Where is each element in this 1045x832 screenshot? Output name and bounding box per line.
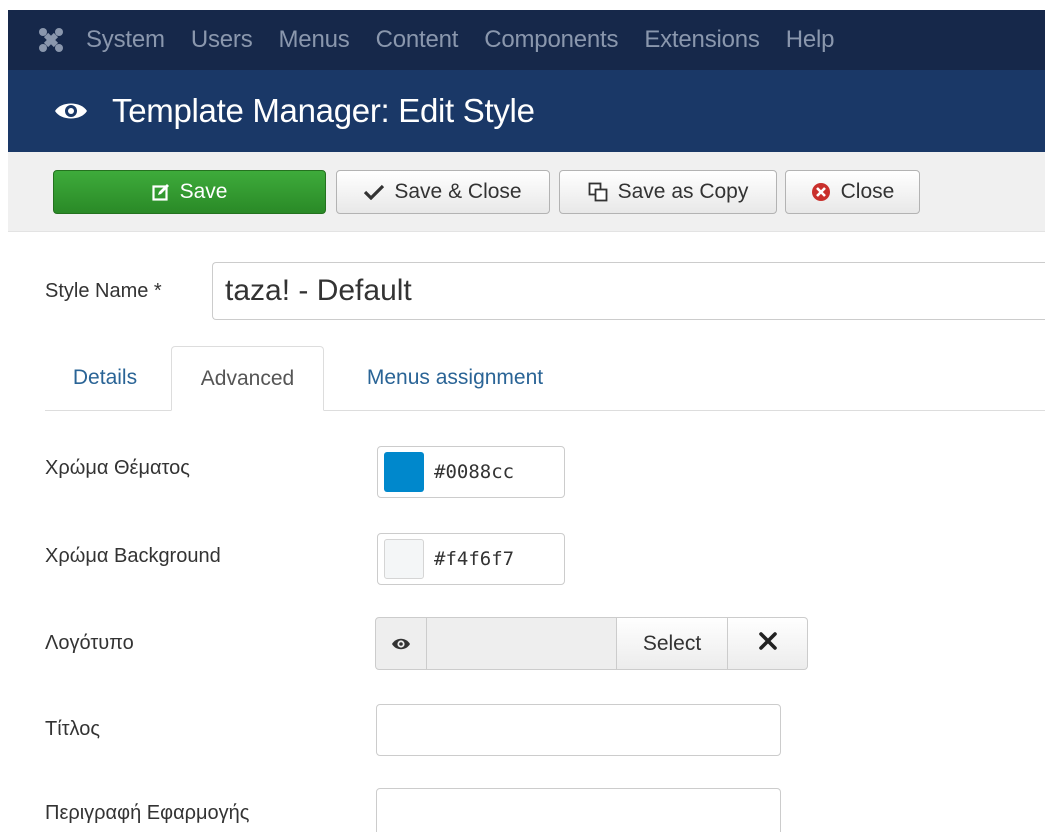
toolbar: Save Save & Close Save as Copy Close xyxy=(8,152,1045,232)
logo-media-field: Select xyxy=(375,617,808,670)
close-label: Close xyxy=(840,180,895,203)
close-icon xyxy=(758,632,777,655)
check-icon xyxy=(364,184,385,200)
top-navigation: System Users Menus Content Components Ex… xyxy=(8,10,1045,70)
app-description-input[interactable] xyxy=(376,788,781,832)
style-name-value: taza! - Default xyxy=(225,274,412,307)
page-title: Template Manager: Edit Style xyxy=(112,92,535,129)
cancel-circle-icon xyxy=(811,182,831,202)
preview-eye-icon[interactable] xyxy=(375,617,427,670)
style-name-input[interactable]: taza! - Default xyxy=(212,262,1045,320)
nav-help[interactable]: Help xyxy=(786,26,835,54)
title-label: Τίτλος xyxy=(45,718,101,740)
save-and-close-label: Save & Close xyxy=(394,180,522,203)
save-and-close-button[interactable]: Save & Close xyxy=(336,170,550,214)
theme-color-picker[interactable]: #0088cc xyxy=(377,446,565,498)
logo-label: Λογότυπο xyxy=(45,632,134,654)
save-label: Save xyxy=(179,180,228,203)
logo-path-input[interactable] xyxy=(427,617,616,670)
app-description-label: Περιγραφή Εφαρμογής xyxy=(45,802,250,824)
nav-system[interactable]: System xyxy=(86,26,165,54)
theme-color-value: #0088cc xyxy=(434,461,515,483)
logo-clear-button[interactable] xyxy=(728,617,808,670)
background-color-picker[interactable]: #f4f6f7 xyxy=(377,533,565,585)
copy-icon xyxy=(588,182,608,202)
save-button[interactable]: Save xyxy=(53,170,326,214)
nav-extensions[interactable]: Extensions xyxy=(644,26,760,54)
logo-select-button[interactable]: Select xyxy=(616,617,728,670)
nav-menus[interactable]: Menus xyxy=(279,26,350,54)
style-name-label: Style Name * xyxy=(45,280,162,302)
nav-content[interactable]: Content xyxy=(376,26,459,54)
title-input[interactable] xyxy=(376,704,781,756)
background-color-value: #f4f6f7 xyxy=(434,548,515,570)
theme-color-swatch[interactable] xyxy=(384,452,424,492)
page-header: Template Manager: Edit Style xyxy=(8,70,1045,152)
save-as-copy-label: Save as Copy xyxy=(617,180,749,203)
theme-color-label: Χρώμα Θέματος xyxy=(45,457,190,479)
tab-advanced[interactable]: Advanced xyxy=(171,346,324,411)
eye-icon xyxy=(54,99,88,123)
edit-icon xyxy=(151,183,170,201)
close-button[interactable]: Close xyxy=(785,170,920,214)
tab-menus-assignment[interactable]: Menus assignment xyxy=(330,346,580,410)
joomla-logo-icon[interactable] xyxy=(38,27,64,53)
nav-components[interactable]: Components xyxy=(484,26,618,54)
nav-users[interactable]: Users xyxy=(191,26,253,54)
background-color-label: Χρώμα Background xyxy=(45,545,221,567)
tab-details[interactable]: Details xyxy=(45,346,165,410)
save-as-copy-button[interactable]: Save as Copy xyxy=(559,170,777,214)
background-color-swatch[interactable] xyxy=(384,539,424,579)
